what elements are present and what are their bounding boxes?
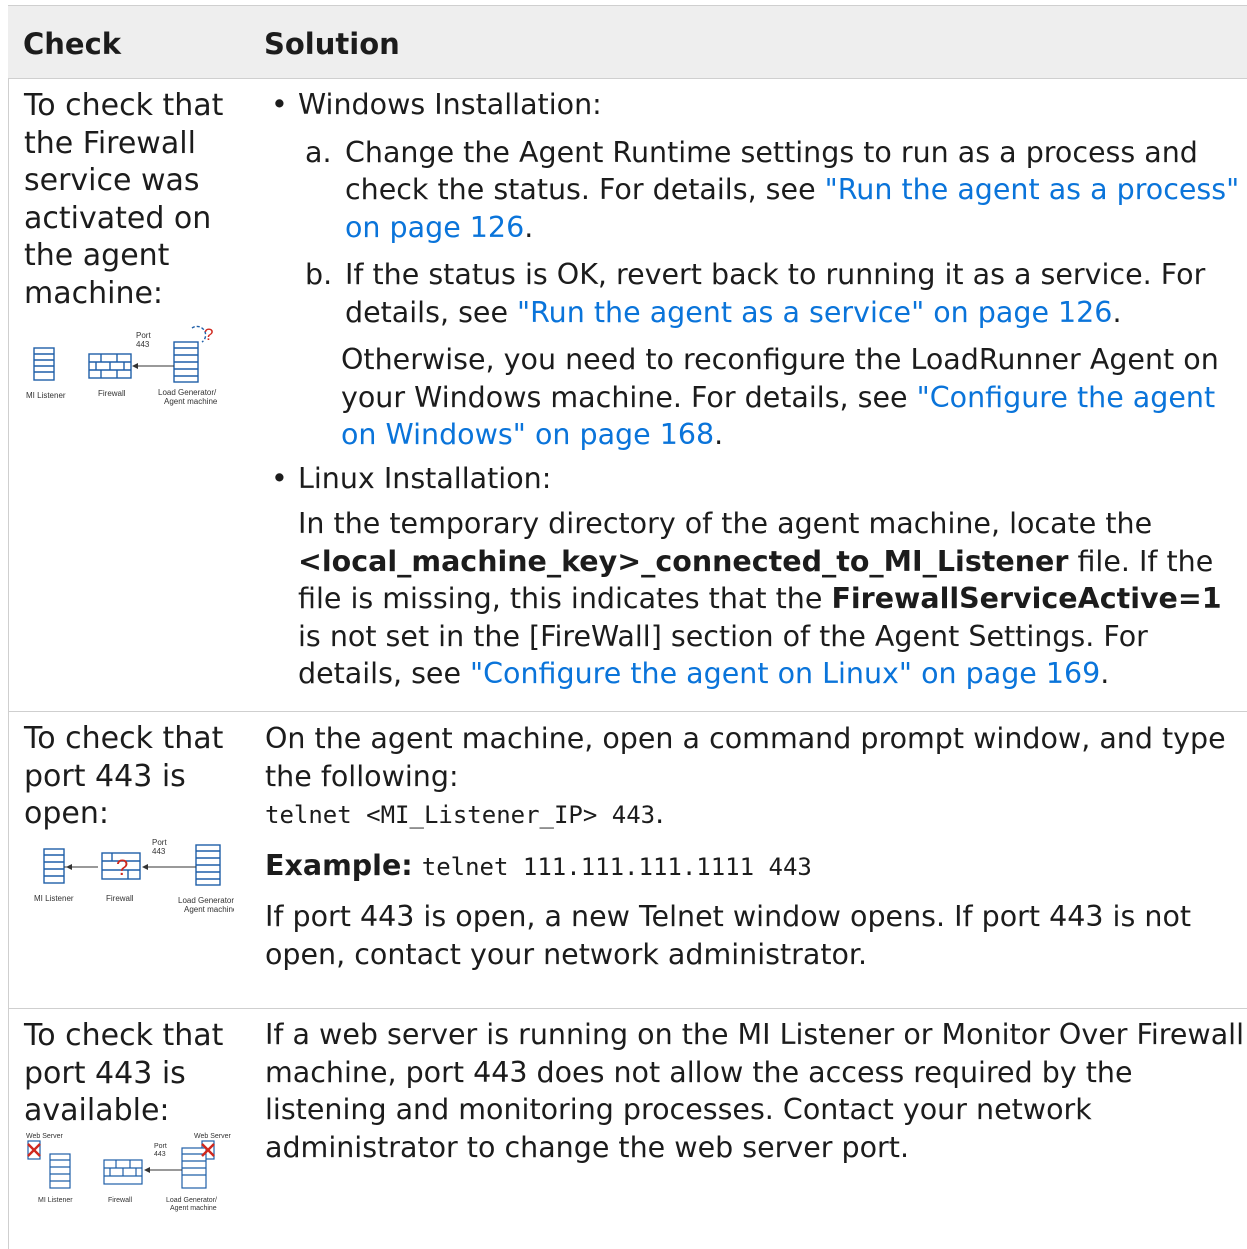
linux-text: In the temporary directory of the agent … [298,507,1222,690]
table-row: To check that port 443 is open: ? Port 4… [8,712,1247,1009]
example-line: Example: telnet 111.111.111.1111 443 [265,848,812,882]
svg-text:443: 443 [136,340,150,349]
svg-text:Firewall: Firewall [98,389,126,398]
command-line: telnet <MI_Listener_IP> 443. [265,797,665,830]
check-cell: To check that the Firewall service was a… [24,87,249,414]
svg-text:443: 443 [154,1151,166,1158]
link-run-as-service[interactable]: "Run the agent as a service" on page 126 [517,296,1112,329]
troubleshooting-table: Check Solution To check that the Firewal… [8,5,1247,1249]
svg-text:Firewall: Firewall [106,894,134,903]
solution-cell: • Windows Installation: a. Change the Ag… [265,86,1245,693]
svg-text:Load Generator/: Load Generator/ [178,896,234,905]
port-available-diagram: Web Server Web Server Port 443 MI Listen… [24,1130,234,1226]
svg-text:Load Generator/: Load Generator/ [158,388,217,397]
check-text: To check that the Firewall service was a… [24,88,224,311]
table-row: To check that port 443 is available: Web… [8,1009,1247,1249]
header-check: Check [23,27,122,61]
list-item-step-b: b. If the status is OK, revert back to r… [305,258,1206,329]
svg-text:Agent machine: Agent machine [164,397,218,406]
list-item-windows: • Windows Installation: [271,88,602,121]
list-item-linux: • Linux Installation: [271,461,552,495]
svg-text:443: 443 [152,847,166,856]
svg-text:Agent machine: Agent machine [170,1205,217,1212]
svg-text:?: ? [204,325,213,344]
table-row: To check that the Firewall service was a… [8,79,1247,712]
svg-text:Web Server: Web Server [194,1133,231,1140]
svg-text:Port: Port [136,331,151,340]
svg-text:Port: Port [152,838,167,847]
firewall-service-diagram: ? Port 443 MI Listener Firewall Load Gen… [24,318,234,414]
svg-text:Agent machine: Agent machine [184,905,234,914]
link-configure-linux[interactable]: "Configure the agent on Linux" on page 1… [470,657,1100,690]
check-cell: To check that port 443 is open: ? Port 4… [24,720,249,933]
windows-otherwise-text: Otherwise, you need to reconfigure the L… [341,343,1219,451]
svg-text:Web Server: Web Server [26,1133,63,1140]
solution-cell: On the agent machine, open a command pro… [265,720,1245,973]
check-text: To check that port 443 is available: [24,1018,224,1128]
svg-text:?: ? [116,855,128,880]
svg-text:Load Generator/: Load Generator/ [166,1197,217,1204]
web-server-text: If a web server is running on the MI Lis… [265,1018,1245,1164]
svg-text:MI Listener: MI Listener [26,391,66,400]
check-cell: To check that port 443 is available: Web… [24,1017,249,1226]
result-text: If port 443 is open, a new Telnet window… [265,900,1192,971]
svg-text:Port: Port [154,1143,167,1150]
solution-cell: If a web server is running on the MI Lis… [265,1016,1245,1166]
table-header: Check Solution [8,5,1247,79]
svg-text:MI Listener: MI Listener [38,1197,73,1204]
header-solution: Solution [264,27,400,61]
instruction-text: On the agent machine, open a command pro… [265,722,1226,793]
check-text: To check that port 443 is open: [24,721,224,831]
svg-text:Firewall: Firewall [108,1197,133,1204]
port-open-diagram: ? Port 443 MI Listener Firewall Load Gen… [24,837,234,933]
list-item-step-a: a. Change the Agent Runtime settings to … [305,135,1240,244]
svg-text:MI Listener: MI Listener [34,894,74,903]
